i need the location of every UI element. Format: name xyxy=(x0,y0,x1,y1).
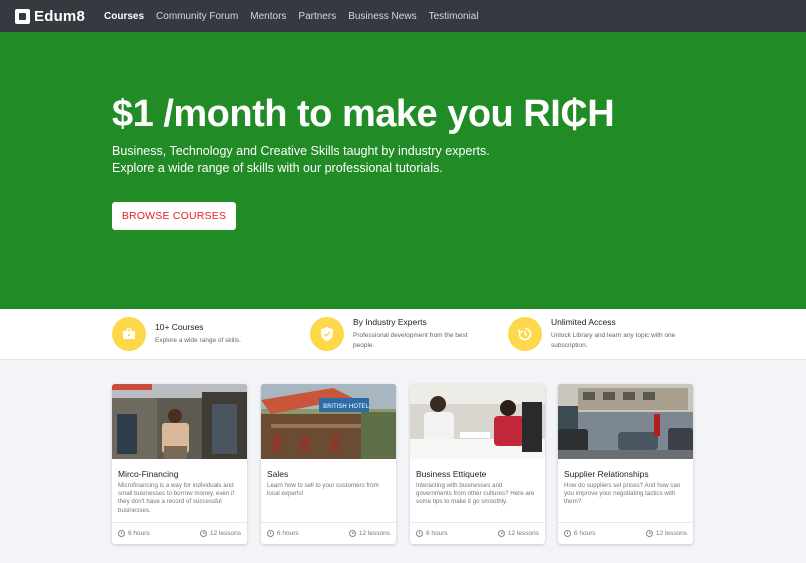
course-hours: 6 hours xyxy=(277,530,299,537)
feature-experts: By Industry Experts Professional develop… xyxy=(310,317,478,351)
course-image xyxy=(112,384,247,459)
brand[interactable]: Edum8 xyxy=(15,8,85,25)
course-meta: 6 hours 12 lessons xyxy=(112,522,247,544)
clock-icon xyxy=(564,530,571,537)
clock-icon xyxy=(118,530,125,537)
course-description: Interacting with businesses and governme… xyxy=(416,482,535,506)
clock-icon xyxy=(267,530,274,537)
feature-unlimited-access: Unlimited Access Unlock Library and lear… xyxy=(508,317,676,351)
play-circle-icon xyxy=(645,530,653,537)
hero-section: $1 /month to make you RI₵H Business, Tec… xyxy=(0,32,806,309)
course-card-micro-financing[interactable]: Mirco-Financing Microfinancing is a way … xyxy=(112,384,247,544)
hero-subtitle: Business, Technology and Creative Skills… xyxy=(112,143,672,177)
course-title: Business Ettiquete xyxy=(416,469,487,479)
course-image xyxy=(558,384,693,459)
play-circle-icon xyxy=(348,530,356,537)
course-description: Learn how to sell to your customers from… xyxy=(267,482,379,498)
shop-sign-text: BRITISH HOTEL xyxy=(323,403,369,410)
nav-link-courses[interactable]: Courses xyxy=(104,11,144,22)
course-meta: 6 hours 12 lessons xyxy=(261,522,396,544)
course-hours: 6 hours xyxy=(426,530,448,537)
feature-courses: 10+ Courses Explore a wide range of skil… xyxy=(112,317,280,351)
refresh-clock-icon xyxy=(508,317,542,351)
course-card-supplier-relationships[interactable]: Supplier Relationships How do suppliers … xyxy=(558,384,693,544)
clock-icon xyxy=(416,530,423,537)
briefcase-icon xyxy=(112,317,146,351)
features-strip: 10+ Courses Explore a wide range of skil… xyxy=(0,309,806,360)
hero-title: $1 /month to make you RI₵H xyxy=(112,93,615,135)
feature-title: 10+ Courses xyxy=(155,322,204,332)
course-meta: 6 hours 12 lessons xyxy=(410,522,545,544)
hero-subtitle-line-2: Explore a wide range of skills with our … xyxy=(112,161,443,175)
feature-title: By Industry Experts xyxy=(353,317,427,327)
course-hours: 6 hours xyxy=(574,530,596,537)
course-description: Microfinancing is a way for individuals … xyxy=(118,482,235,514)
nav-link-testimonial[interactable]: Testimonial xyxy=(429,11,479,22)
play-circle-icon xyxy=(497,530,505,537)
nav-link-partners[interactable]: Partners xyxy=(298,11,336,22)
course-image: BRITISH HOTEL xyxy=(261,384,396,459)
feature-desc: Explore a wide range of skills. xyxy=(155,337,241,344)
course-lessons: 12 lessons xyxy=(655,530,687,537)
course-title: Supplier Relationships xyxy=(564,469,649,479)
course-meta: 6 hours 12 lessons xyxy=(558,522,693,544)
course-title: Mirco-Financing xyxy=(118,469,179,479)
feature-title: Unlimited Access xyxy=(551,317,616,327)
hero-subtitle-line-1: Business, Technology and Creative Skills… xyxy=(112,144,490,158)
edum8-logo-icon xyxy=(15,8,30,24)
shield-check-icon xyxy=(310,317,344,351)
course-lessons: 12 lessons xyxy=(507,530,539,537)
nav-link-business-news[interactable]: Business News xyxy=(348,11,416,22)
course-card-sales[interactable]: BRITISH HOTEL Sales Learn how to sell to… xyxy=(261,384,396,544)
brand-name: Edum8 xyxy=(34,7,86,25)
top-navbar: Edum8 Courses Community Forum Mentors Pa… xyxy=(0,0,806,32)
course-description: How do suppliers set prices? And how can… xyxy=(564,482,681,506)
course-image xyxy=(410,384,545,459)
course-card-business-ettiquete[interactable]: Business Ettiquete Interacting with busi… xyxy=(410,384,545,544)
feature-desc: Professional development from the best p… xyxy=(353,332,468,349)
nav-links: Courses Community Forum Mentors Partners… xyxy=(104,11,491,22)
nav-link-mentors[interactable]: Mentors xyxy=(250,11,286,22)
browse-courses-button[interactable]: BROWSE COURSES xyxy=(112,202,236,230)
play-circle-icon xyxy=(199,530,207,537)
course-hours: 6 hours xyxy=(128,530,150,537)
course-lessons: 12 lessons xyxy=(358,530,390,537)
feature-desc: Unlock Library and learn any topic with … xyxy=(551,332,676,349)
nav-link-community-forum[interactable]: Community Forum xyxy=(156,11,238,22)
course-lessons: 12 lessons xyxy=(209,530,241,537)
course-title: Sales xyxy=(267,469,289,479)
